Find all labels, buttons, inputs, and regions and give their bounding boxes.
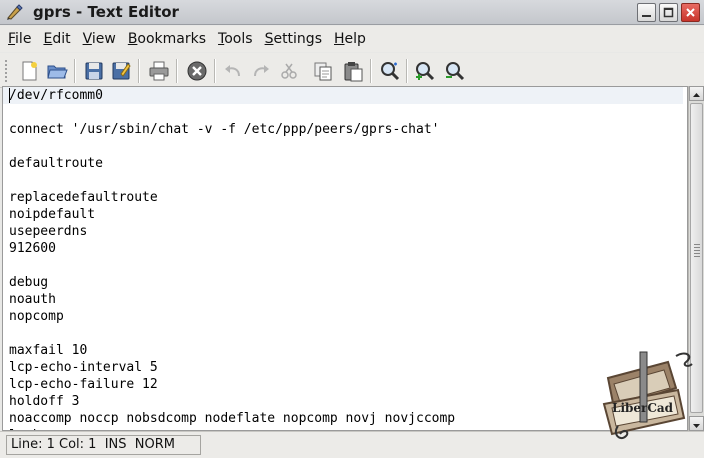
scroll-up-button[interactable] xyxy=(689,86,704,101)
cut-button[interactable] xyxy=(276,58,302,84)
copy-button[interactable] xyxy=(310,58,336,84)
close-icon xyxy=(686,8,695,17)
text-line[interactable] xyxy=(9,138,683,155)
text-line[interactable] xyxy=(9,325,683,342)
maximize-button[interactable] xyxy=(659,3,678,22)
save-icon xyxy=(85,62,103,80)
toolbar-separator xyxy=(370,59,372,83)
watermark-text: LiberCad xyxy=(612,401,674,415)
zoom-out-button[interactable] xyxy=(442,58,468,84)
menu-view[interactable]: View xyxy=(77,31,122,47)
save-button[interactable] xyxy=(81,58,107,84)
text-lines: /dev/rfcomm0 connect '/usr/sbin/chat -v -… xyxy=(3,87,683,430)
text-line[interactable]: /dev/rfcomm0 xyxy=(3,87,683,104)
arrow-up-icon xyxy=(693,93,700,97)
minimize-button[interactable] xyxy=(637,3,656,22)
cut-icon xyxy=(281,63,297,79)
cursor-position-status: Line: 1 Col: 1 INS NORM xyxy=(6,435,201,455)
minimize-icon xyxy=(642,15,651,17)
toolbar-separator xyxy=(176,59,178,83)
text-line[interactable]: debug xyxy=(9,274,683,291)
find-icon xyxy=(381,62,400,81)
text-editor-app-icon xyxy=(6,4,24,20)
toolbar-grip[interactable] xyxy=(4,59,8,83)
zoom-out-icon xyxy=(446,62,465,81)
text-line[interactable]: noaccomp noccp nobsdcomp nodeflate nopco… xyxy=(9,410,683,427)
text-line[interactable]: noauth xyxy=(9,291,683,308)
menu-bar: File Edit View Bookmarks Tools Settings … xyxy=(0,26,704,52)
text-line[interactable]: lcp-echo-interval 5 xyxy=(9,359,683,376)
text-line[interactable]: lcp-echo-failure 12 xyxy=(9,376,683,393)
print-icon xyxy=(149,61,169,81)
zoom-in-icon xyxy=(416,62,435,81)
close-button[interactable] xyxy=(681,3,700,22)
stop-button[interactable] xyxy=(184,58,210,84)
toolbar-separator xyxy=(74,59,76,83)
text-line[interactable]: nopcomp xyxy=(9,308,683,325)
copy-icon xyxy=(314,62,332,81)
text-cursor xyxy=(9,88,10,103)
new-document-icon xyxy=(22,61,37,81)
text-line[interactable]: usepeerdns xyxy=(9,223,683,240)
text-line[interactable]: holdoff 3 xyxy=(9,393,683,410)
menu-tools[interactable]: Tools xyxy=(212,31,259,47)
text-line[interactable] xyxy=(9,172,683,189)
menu-help[interactable]: Help xyxy=(328,31,372,47)
print-button[interactable] xyxy=(146,58,172,84)
open-button[interactable] xyxy=(44,58,70,84)
menu-bookmarks[interactable]: Bookmarks xyxy=(122,31,212,47)
toolbar-separator xyxy=(138,59,140,83)
toolbar-separator xyxy=(406,59,408,83)
menu-file[interactable]: File xyxy=(2,31,37,47)
paste-icon xyxy=(344,62,363,82)
menu-settings[interactable]: Settings xyxy=(259,31,328,47)
title-bar: gprs - Text Editor xyxy=(0,0,704,25)
text-editor-area[interactable]: /dev/rfcomm0 connect '/usr/sbin/chat -v -… xyxy=(2,86,688,431)
maximize-icon xyxy=(663,7,674,18)
text-line[interactable]: connect '/usr/sbin/chat -v -f /etc/ppp/p… xyxy=(9,121,683,138)
save-as-icon xyxy=(112,62,131,80)
toolbar-separator xyxy=(214,59,216,83)
libercad-watermark-logo: LiberCad xyxy=(598,348,702,446)
zoom-in-button[interactable] xyxy=(412,58,438,84)
redo-button[interactable] xyxy=(248,58,274,84)
save-as-button[interactable] xyxy=(108,58,134,84)
text-line[interactable]: noipdefault xyxy=(9,206,683,223)
open-folder-icon xyxy=(47,65,68,79)
redo-icon xyxy=(254,65,269,77)
text-line[interactable] xyxy=(9,257,683,274)
undo-icon xyxy=(225,65,240,77)
undo-button[interactable] xyxy=(220,58,246,84)
stop-icon xyxy=(187,61,207,81)
window-title: gprs - Text Editor xyxy=(33,3,179,21)
text-line[interactable]: 912600 xyxy=(9,240,683,257)
text-line[interactable]: maxfail 10 xyxy=(9,342,683,359)
text-line[interactable] xyxy=(9,104,683,121)
find-button[interactable] xyxy=(377,58,403,84)
text-line[interactable]: replacedefaultroute xyxy=(9,189,683,206)
paste-button[interactable] xyxy=(340,58,366,84)
new-document-button[interactable] xyxy=(16,58,42,84)
toolbar xyxy=(0,53,704,88)
text-line[interactable]: defaultroute xyxy=(9,155,683,172)
menu-edit[interactable]: Edit xyxy=(37,31,76,47)
